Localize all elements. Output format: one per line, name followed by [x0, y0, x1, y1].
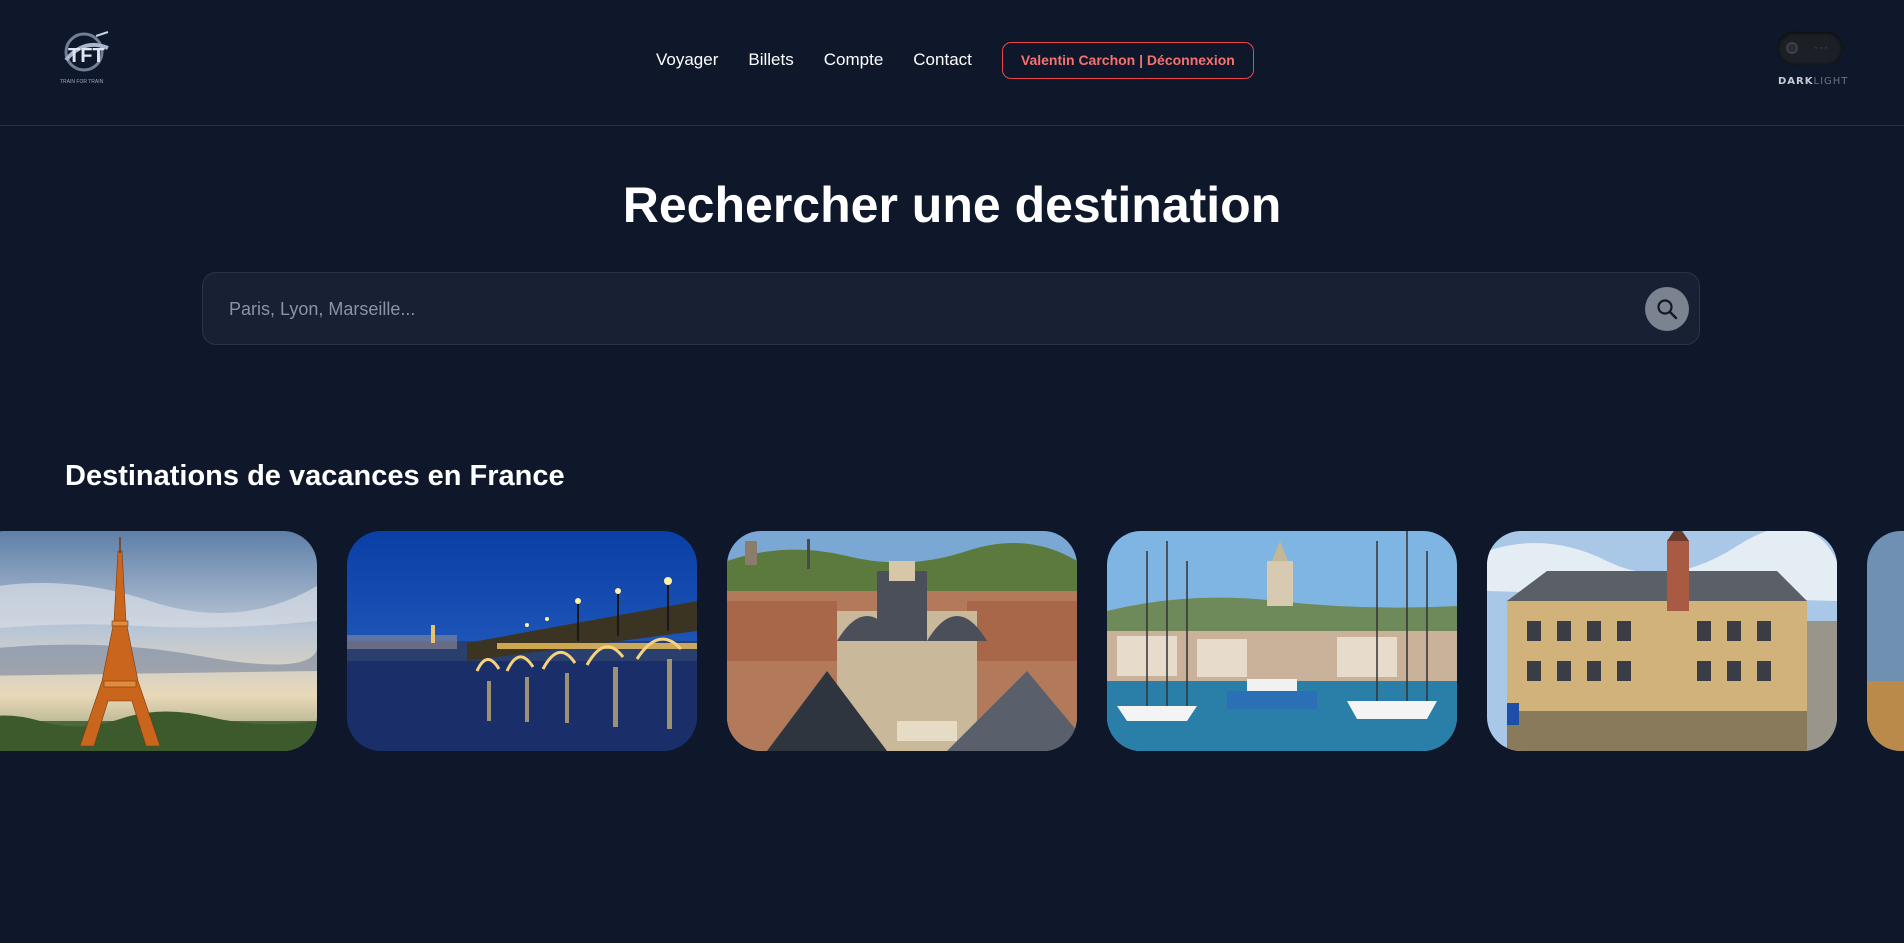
svg-text:TFT: TFT [68, 45, 105, 67]
destination-card-paris[interactable] [0, 531, 317, 751]
main-nav: Voyager Billets Compte Contact Valentin … [656, 41, 1254, 79]
nav-compte[interactable]: Compte [824, 42, 884, 78]
nav-billets[interactable]: Billets [748, 42, 793, 78]
marseille-port-image [1107, 531, 1457, 751]
destinations-carousel [0, 531, 1904, 753]
destination-image-partial [1867, 531, 1904, 751]
logo[interactable]: TFT TRAIN FOR TRAIN [58, 30, 112, 86]
eiffel-tower-image [0, 531, 317, 751]
destination-card-lyon[interactable] [727, 531, 1077, 751]
page-title: Rechercher une destination [622, 177, 1282, 233]
destination-card-lille[interactable] [1487, 531, 1837, 751]
destination-card-bordeaux[interactable] [347, 531, 697, 751]
search-icon [1657, 299, 1678, 320]
destination-card-partial[interactable] [1867, 531, 1904, 751]
search-button[interactable] [1645, 287, 1689, 331]
theme-light-label: LIGHT [1813, 76, 1849, 87]
nav-contact[interactable]: Contact [913, 42, 972, 78]
logout-button[interactable]: Valentin Carchon | Déconnexion [1001, 41, 1254, 79]
bordeaux-bridge-image [347, 531, 697, 751]
toggle-knob [1786, 42, 1798, 54]
search-bar [202, 272, 1700, 345]
theme-toggle[interactable]: ··· [1778, 32, 1842, 64]
train-logo-icon: TFT TRAIN FOR TRAIN [60, 31, 109, 85]
toggle-dots-icon: ··· [1814, 40, 1829, 54]
nav-voyager[interactable]: Voyager [656, 42, 718, 78]
destinations-title: Destinations de vacances en France [65, 460, 565, 492]
theme-dark-label: DARK [1778, 76, 1814, 87]
svg-text:TRAIN FOR TRAIN: TRAIN FOR TRAIN [60, 79, 104, 85]
lyon-rooftops-image [727, 531, 1077, 751]
site-header: TFT TRAIN FOR TRAIN Voyager Billets Comp… [0, 0, 1904, 126]
lille-vieille-bourse-image [1487, 531, 1837, 751]
destination-card-marseille[interactable] [1107, 531, 1457, 751]
search-input[interactable] [227, 291, 1607, 327]
theme-labels: DARKLIGHT [1778, 76, 1847, 87]
